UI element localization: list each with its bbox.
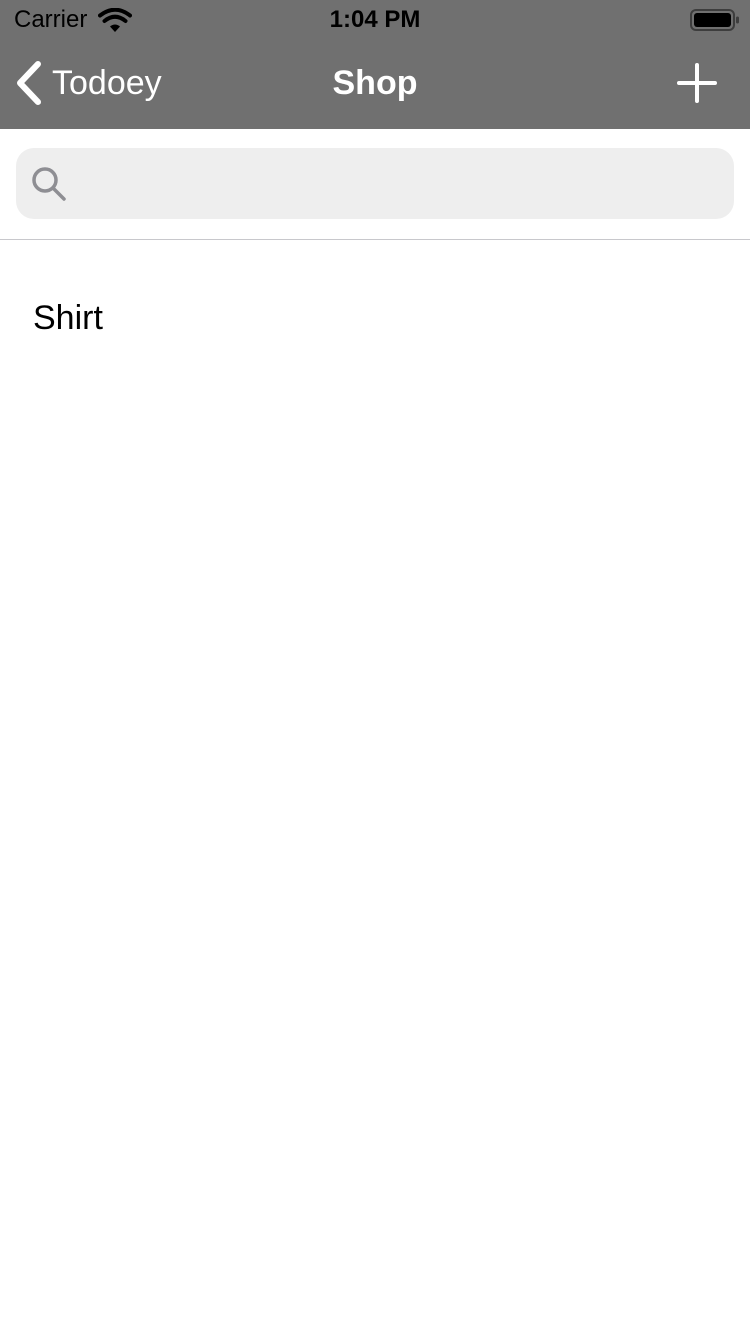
add-button[interactable] — [672, 58, 722, 108]
search-input[interactable] — [80, 148, 720, 219]
search-bar — [0, 129, 750, 240]
plus-icon — [677, 63, 717, 103]
battery-icon — [690, 9, 739, 31]
status-time: 1:04 PM — [329, 6, 421, 33]
page-title: Shop — [332, 64, 418, 102]
search-field[interactable] — [16, 148, 734, 219]
navigation-bar: Todoey Shop — [0, 40, 750, 128]
list-item-title: Shirt — [33, 299, 103, 337]
header: Carrier 1:04 PM Todoey Shop — [0, 0, 750, 129]
screen: Carrier 1:04 PM Todoey Shop Shirt — [0, 0, 750, 1334]
status-bar: Carrier 1:04 PM — [0, 0, 750, 40]
list-item[interactable]: Shirt — [0, 240, 750, 400]
items-table: Shirt — [0, 240, 750, 400]
search-icon — [32, 167, 66, 201]
